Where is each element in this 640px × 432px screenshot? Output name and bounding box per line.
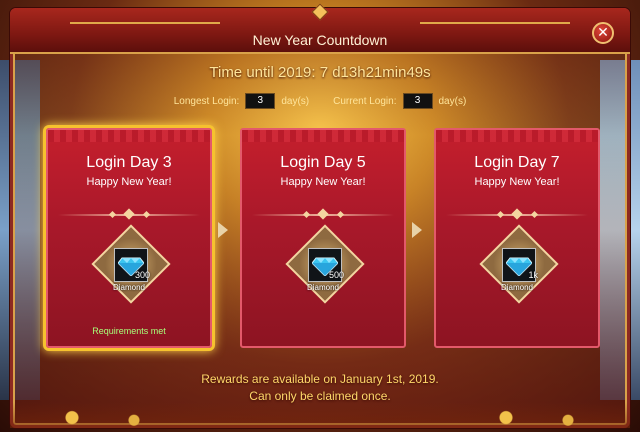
card-pattern	[242, 130, 404, 142]
footer-notice: Rewards are available on January 1st, 20…	[0, 372, 640, 403]
card-greeting: Happy New Year!	[86, 176, 172, 188]
requirement-status: Requirements met	[92, 326, 166, 336]
reward-name: Diamond	[112, 283, 145, 292]
reward-name: Diamond	[500, 283, 533, 292]
divider-dot-icon	[530, 210, 539, 219]
reward-card-day-7[interactable]: Login Day 7 Happy New Year! 1k Diamond	[434, 128, 600, 348]
arrow-right-icon	[412, 222, 422, 238]
reward-quantity: 1k	[528, 270, 538, 280]
current-login-label: Current Login:	[333, 95, 397, 107]
window-title: New Year Countdown	[252, 32, 388, 48]
gold-coins-decoration	[10, 402, 630, 428]
card-pattern	[436, 130, 598, 142]
longest-login-value: 3	[245, 93, 276, 109]
current-login-value: 3	[402, 93, 433, 109]
divider-dot-icon	[336, 210, 345, 219]
close-button[interactable]: ✕	[592, 22, 614, 44]
longest-login-label: Longest Login:	[173, 95, 240, 107]
divider-gem-icon	[317, 208, 329, 220]
reward-card-day-3[interactable]: Login Day 3 Happy New Year! 300 Diamond …	[46, 128, 212, 348]
card-greeting: Happy New Year!	[474, 176, 560, 188]
footer-line-1: Rewards are available on January 1st, 20…	[201, 372, 439, 386]
longest-login-unit: day(s)	[281, 95, 310, 107]
reward-card-day-5[interactable]: Login Day 5 Happy New Year! 500 Diamond	[240, 128, 406, 348]
current-login-unit: day(s)	[438, 95, 467, 107]
card-day-title: Login Day 7	[474, 154, 560, 171]
divider-gem-icon	[123, 208, 135, 220]
divider-dot-icon	[108, 210, 117, 219]
title-ornament-left	[70, 22, 220, 24]
divider-dot-icon	[302, 210, 311, 219]
divider-gem-icon	[511, 208, 523, 220]
arrow-right-icon	[218, 222, 228, 238]
card-pattern	[48, 130, 210, 142]
card-day-title: Login Day 3	[86, 154, 172, 171]
footer-line-2: Can only be claimed once.	[249, 389, 391, 403]
countdown-timer: Time until 2019: 7 d13h21min49s	[209, 64, 431, 81]
card-day-title: Login Day 5	[280, 154, 366, 171]
reward-quantity: 500	[328, 270, 344, 280]
reward-name: Diamond	[306, 283, 339, 292]
divider-dot-icon	[496, 210, 505, 219]
reward-quantity: 300	[134, 270, 150, 280]
title-ornament-right	[420, 22, 570, 24]
card-greeting: Happy New Year!	[280, 176, 366, 188]
divider-dot-icon	[142, 210, 151, 219]
login-stats: Longest Login: 3 day(s) Current Login: 3…	[0, 93, 640, 109]
